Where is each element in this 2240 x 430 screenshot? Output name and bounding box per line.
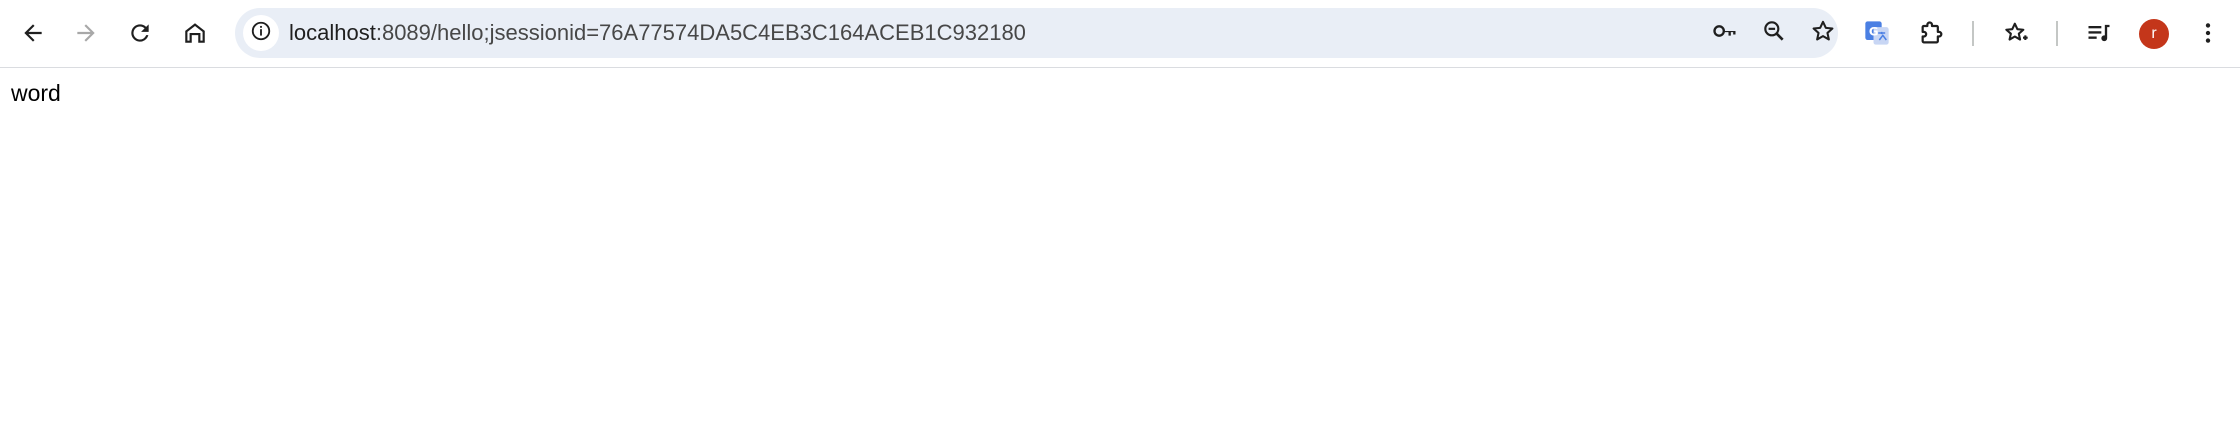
back-button[interactable] (11, 11, 55, 55)
address-bar[interactable]: localhost:8089/hello;jsessionid=76A77574… (235, 8, 1838, 58)
zoom-out-icon (1761, 18, 1787, 49)
site-info-button[interactable] (243, 15, 279, 51)
kebab-menu-icon (2195, 20, 2221, 46)
info-circle-icon (250, 20, 272, 47)
bookmark-button[interactable] (1802, 12, 1844, 54)
reload-icon (127, 20, 153, 46)
arrow-left-icon (20, 20, 46, 46)
url-path: :8089/hello;jsessionid=76A77574DA5C4EB3C… (375, 20, 1026, 45)
url-host: localhost (289, 20, 376, 45)
forward-button[interactable] (64, 11, 108, 55)
toolbar-divider (2056, 21, 2058, 46)
zoom-button[interactable] (1753, 12, 1795, 54)
media-control-icon (2085, 19, 2113, 47)
arrow-right-icon (73, 20, 99, 46)
puzzle-icon (1918, 19, 1946, 47)
profile-initial: r (2151, 25, 2157, 42)
google-translate-extension[interactable]: G (1855, 11, 1899, 55)
url-text[interactable]: localhost:8089/hello;jsessionid=76A77574… (289, 8, 1026, 58)
bookmark-star-icon (2002, 19, 2030, 47)
media-control-button[interactable] (2077, 11, 2121, 55)
reload-button[interactable] (118, 11, 162, 55)
browser-menu-button[interactable] (2186, 11, 2230, 55)
google-translate-icon: G (1863, 19, 1891, 47)
home-button[interactable] (173, 11, 217, 55)
profile-avatar[interactable]: r (2139, 19, 2169, 49)
toolbar-divider (1972, 21, 1974, 46)
password-key-button[interactable] (1704, 12, 1746, 54)
browser-toolbar: localhost:8089/hello;jsessionid=76A77574… (0, 0, 2240, 68)
reading-list-button[interactable] (1994, 11, 2038, 55)
home-icon (182, 20, 208, 46)
extensions-button[interactable] (1910, 11, 1954, 55)
page-body-text: word (11, 80, 61, 106)
svg-text:G: G (1869, 24, 1879, 38)
key-icon (1711, 17, 1739, 50)
star-icon (1810, 18, 1836, 49)
